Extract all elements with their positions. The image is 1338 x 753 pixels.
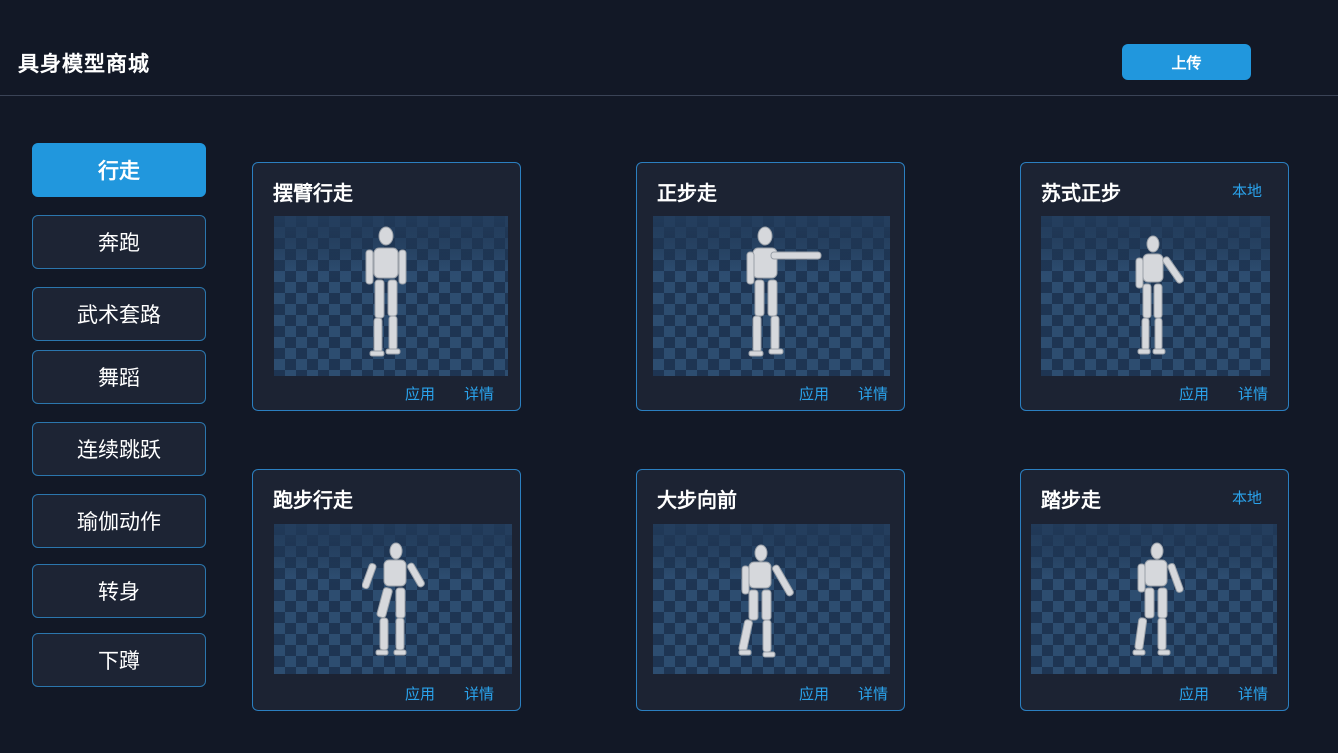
- card-title: 正步走: [657, 181, 717, 205]
- model-preview: [274, 216, 508, 376]
- sidebar-item-walk[interactable]: 行走: [32, 143, 206, 197]
- humanoid-robot-icon: [746, 226, 822, 357]
- sidebar-item-dance[interactable]: 舞蹈: [32, 350, 206, 404]
- details-link[interactable]: 详情: [858, 683, 888, 704]
- card-title: 大步向前: [657, 488, 737, 512]
- app-root: 具身模型商城 上传 行走 奔跑 武术套路 舞蹈 连续跳跃 瑜伽动作 转身 下蹲 …: [0, 0, 1338, 753]
- details-link[interactable]: 详情: [1238, 383, 1268, 404]
- card-title: 踏步走: [1041, 488, 1101, 512]
- apply-link[interactable]: 应用: [405, 683, 435, 704]
- details-link[interactable]: 详情: [464, 683, 494, 704]
- sidebar-item-yoga[interactable]: 瑜伽动作: [32, 494, 206, 548]
- apply-link[interactable]: 应用: [799, 683, 829, 704]
- humanoid-robot-icon: [1132, 542, 1184, 656]
- apply-link[interactable]: 应用: [799, 383, 829, 404]
- header: 具身模型商城 上传: [0, 0, 1338, 96]
- model-preview: [653, 216, 890, 376]
- sidebar-item-jump[interactable]: 连续跳跃: [32, 422, 206, 476]
- sidebar-item-turn[interactable]: 转身: [32, 564, 206, 618]
- humanoid-robot-icon: [365, 226, 407, 357]
- model-preview: [274, 524, 512, 674]
- model-card[interactable]: 踏步走 本地 应用 详情: [1020, 469, 1289, 711]
- local-badge[interactable]: 本地: [1232, 180, 1262, 201]
- apply-link[interactable]: 应用: [405, 383, 435, 404]
- apply-link[interactable]: 应用: [1179, 683, 1209, 704]
- sidebar-item-run[interactable]: 奔跑: [32, 215, 206, 269]
- humanoid-robot-icon: [1135, 235, 1184, 355]
- sidebar-item-martial-arts[interactable]: 武术套路: [32, 287, 206, 341]
- model-card[interactable]: 摆臂行走 应用 详情: [252, 162, 521, 411]
- page-title: 具身模型商城: [18, 52, 150, 76]
- card-title: 跑步行走: [273, 488, 353, 512]
- details-link[interactable]: 详情: [1238, 683, 1268, 704]
- upload-button[interactable]: 上传: [1122, 44, 1251, 80]
- details-link[interactable]: 详情: [858, 383, 888, 404]
- card-title: 摆臂行走: [273, 181, 353, 205]
- model-preview: [1031, 524, 1277, 674]
- local-badge[interactable]: 本地: [1232, 487, 1262, 508]
- apply-link[interactable]: 应用: [1179, 383, 1209, 404]
- humanoid-robot-icon: [362, 542, 425, 656]
- card-title: 苏式正步: [1041, 181, 1121, 205]
- model-card[interactable]: 正步走 应用 详情: [636, 162, 905, 411]
- model-card[interactable]: 大步向前 应用 详情: [636, 469, 905, 711]
- model-preview: [1041, 216, 1270, 376]
- model-card[interactable]: 苏式正步 本地 应用 详情: [1020, 162, 1289, 411]
- details-link[interactable]: 详情: [464, 383, 494, 404]
- model-card[interactable]: 跑步行走 应用 详情: [252, 469, 521, 711]
- humanoid-robot-icon: [738, 544, 794, 658]
- sidebar-item-squat[interactable]: 下蹲: [32, 633, 206, 687]
- model-preview: [653, 524, 890, 674]
